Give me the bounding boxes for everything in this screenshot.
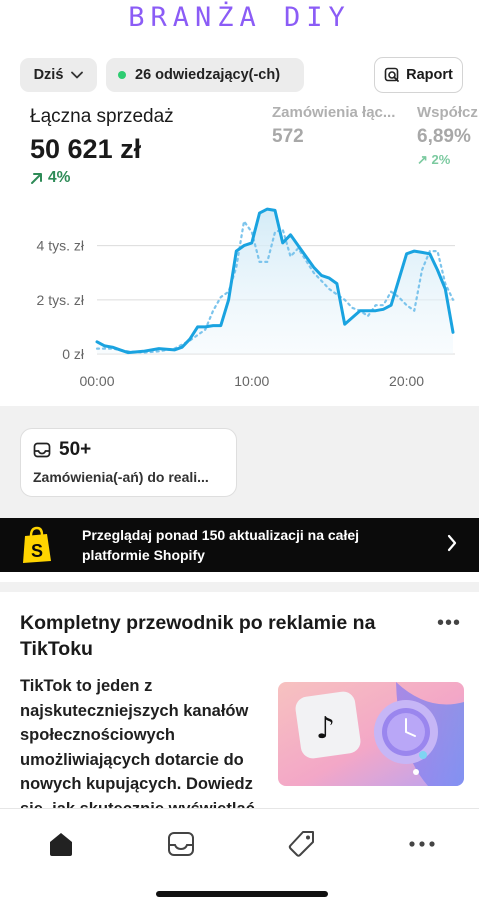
total-sales-metric[interactable]: Łączna sprzedaż 50 621 zł 4%	[30, 104, 174, 187]
more-options-icon[interactable]: •••	[437, 612, 461, 635]
conversion-delta-value: 2%	[431, 152, 451, 167]
cards-section: 50+ Zamówienia(-ań) do reali...	[0, 406, 479, 518]
orders-card-description: Zamówienia(-ań) do reali...	[33, 469, 209, 485]
y-tick-label: 4 tys. zł	[37, 238, 85, 254]
promo-text: Przeglądaj ponad 150 aktualizacji na cał…	[82, 527, 360, 563]
orders-metric-label: Zamówienia łąc...	[272, 104, 396, 121]
conversion-metric-delta: ↗ 2%	[417, 152, 478, 168]
conversion-metric-value: 6,89%	[417, 126, 471, 147]
arrow-up-right-icon: ↗	[417, 152, 428, 167]
live-dot-icon	[118, 71, 126, 79]
article-thumbnail-image: ♪	[278, 682, 464, 786]
chevron-down-icon	[71, 71, 84, 79]
total-sales-delta-value: 4%	[48, 169, 71, 186]
inbox-icon	[168, 832, 194, 856]
report-icon	[384, 67, 400, 82]
live-visitors-button[interactable]: 26 odwiedzający(-ch)	[106, 58, 304, 92]
orders-metric[interactable]: Zamówienia łąc... 572	[272, 104, 395, 148]
report-label: Raport	[406, 67, 453, 83]
x-tick-label: 20:00	[389, 373, 424, 389]
tab-more[interactable]	[402, 827, 442, 861]
orders-card-header: 50+	[33, 439, 224, 461]
tab-orders[interactable]	[161, 827, 201, 861]
total-sales-value: 50 621 zł	[30, 134, 142, 164]
sales-line-chart[interactable]: 0 zł 2 tys. zł 4 tys. zł 00:00 10:00 20:00	[0, 205, 479, 400]
svg-text:S: S	[31, 541, 43, 561]
brand-title: BRANŻA DIY	[128, 2, 351, 33]
arrow-up-right-icon	[31, 172, 42, 184]
y-tick-label: 0 zł	[62, 346, 85, 362]
home-indicator	[156, 891, 328, 897]
article-card[interactable]: Kompletny przewodnik po reklamie na TikT…	[0, 582, 479, 812]
total-sales-label: Łączna sprzedaż	[30, 106, 174, 127]
chevron-right-icon	[447, 534, 457, 552]
conversion-metric[interactable]: Współcz 6,89% ↗ 2%	[417, 104, 478, 168]
conversion-metric-label: Współcz	[417, 104, 478, 121]
svg-text:♪: ♪	[316, 711, 335, 746]
inbox-icon	[33, 442, 51, 458]
orders-to-fulfill-card[interactable]: 50+ Zamówienia(-ań) do reali...	[20, 428, 237, 497]
live-visitors-label: 26 odwiedzający(-ch)	[135, 67, 281, 83]
article-body: TikTok to jeden z najskuteczniejszych ka…	[20, 677, 255, 812]
article-title: Kompletny przewodnik po reklamie na TikT…	[20, 612, 376, 660]
metrics-row: Łączna sprzedaż 50 621 zł 4% Zamówienia …	[0, 104, 479, 194]
x-tick-label: 10:00	[234, 373, 269, 389]
date-filter-button[interactable]: Dziś	[20, 58, 97, 92]
tab-products[interactable]	[282, 827, 322, 861]
date-filter-label: Dziś	[33, 67, 64, 83]
bottom-tab-bar	[0, 808, 479, 910]
top-bar: Dziś 26 odwiedzający(-ch) Raport	[20, 57, 463, 93]
x-tick-label: 00:00	[79, 373, 114, 389]
orders-metric-value: 572	[272, 126, 304, 147]
shopify-updates-banner[interactable]: S Przeglądaj ponad 150 aktualizacji na c…	[0, 518, 479, 572]
shopify-bag-icon: S	[23, 526, 51, 563]
report-button[interactable]: Raport	[374, 57, 463, 93]
home-icon	[50, 833, 72, 856]
orders-card-count: 50+	[59, 439, 92, 460]
total-sales-delta: 4%	[30, 169, 174, 187]
tag-icon	[288, 831, 314, 857]
tab-home[interactable]	[41, 827, 81, 861]
y-tick-label: 2 tys. zł	[37, 292, 85, 308]
more-icon	[409, 841, 435, 847]
